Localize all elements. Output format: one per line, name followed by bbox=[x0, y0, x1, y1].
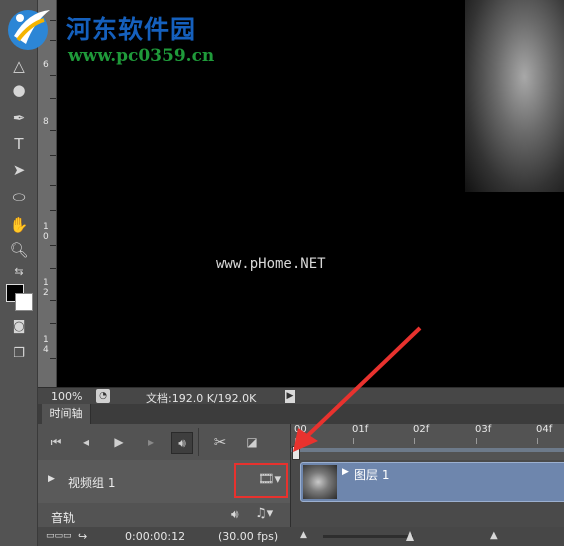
watermark-title: 河东软件园 bbox=[66, 15, 197, 44]
clip-layer-label: 图层 1 bbox=[354, 468, 390, 482]
hand-icon[interactable]: ✋ bbox=[8, 215, 30, 235]
split-scissors-icon[interactable]: ✂ bbox=[210, 432, 230, 452]
next-frame-icon[interactable]: ▸ bbox=[141, 432, 161, 452]
phome-watermark: www.pHome.NET bbox=[216, 256, 326, 272]
vertical-ruler: 6 8 1 0 1 2 1 4 bbox=[38, 0, 57, 387]
type-icon[interactable]: T bbox=[8, 134, 30, 154]
background-color-swatch[interactable] bbox=[15, 293, 33, 311]
clip-expand-triangle-icon[interactable]: ▶ bbox=[342, 467, 349, 477]
pen-icon[interactable]: ✒ bbox=[8, 108, 30, 128]
canvas-cloud-image bbox=[465, 0, 564, 192]
status-info-icon[interactable]: ◔ bbox=[96, 389, 110, 403]
status-menu-arrow-icon[interactable]: ▶ bbox=[285, 390, 295, 403]
dodge-icon[interactable]: ● bbox=[8, 80, 30, 100]
zoom-level[interactable]: 100% bbox=[51, 390, 82, 403]
swap-colors-icon[interactable]: ⇆ bbox=[8, 262, 30, 282]
audio-mute-icon[interactable]: 🔊︎ bbox=[231, 507, 239, 522]
audio-icon[interactable]: 🔊︎ bbox=[171, 432, 193, 454]
time-label: 00 bbox=[294, 424, 307, 435]
time-label: 04f bbox=[536, 424, 553, 435]
ruler-label: 1 2 bbox=[43, 278, 49, 298]
audio-track-header: 音轨 🔊︎ ♫▾ bbox=[38, 503, 290, 528]
frame-mode-icon[interactable]: ▭▭▭ bbox=[46, 531, 72, 541]
zoom-icon[interactable]: 🔍︎ bbox=[8, 240, 30, 260]
ellipse-icon[interactable]: ⬭ bbox=[8, 187, 30, 207]
clip-thumbnail bbox=[303, 465, 337, 499]
quick-mask-icon[interactable]: ◙ bbox=[8, 317, 30, 337]
time-label: 01f bbox=[352, 424, 369, 435]
ruler-label: 1 0 bbox=[43, 222, 49, 242]
convert-icon[interactable]: ↪ bbox=[78, 530, 87, 543]
play-icon[interactable]: ▶ bbox=[109, 432, 129, 452]
timecode: 0:00:00:12 bbox=[125, 530, 186, 543]
controls-divider bbox=[198, 428, 199, 456]
ruler-label: 8 bbox=[43, 117, 49, 127]
ruler-label: 1 4 bbox=[43, 335, 49, 355]
previous-frame-icon[interactable]: ◂ bbox=[76, 432, 96, 452]
tab-timeline[interactable]: 时间轴 bbox=[42, 404, 91, 424]
music-note-icon[interactable]: ♫▾ bbox=[255, 506, 273, 521]
watermark-logo-icon bbox=[8, 10, 50, 50]
zoom-in-icon[interactable]: ▲ bbox=[490, 530, 498, 541]
ruler-label: 6 bbox=[43, 60, 49, 70]
transition-icon[interactable]: ◪ bbox=[242, 432, 262, 452]
time-label: 03f bbox=[475, 424, 492, 435]
work-area-bar[interactable] bbox=[291, 448, 564, 452]
annotation-highlight-box bbox=[234, 463, 288, 498]
video-track-lane: ▶ 图层 1 bbox=[290, 460, 564, 503]
tools-panel: ▰ △ ● ✒ T ➤ ⬭ ✋ 🔍︎ ⇆ ◙ ❐ bbox=[0, 0, 38, 546]
expand-triangle-icon[interactable]: ▶ bbox=[48, 474, 55, 484]
playhead[interactable] bbox=[292, 446, 300, 460]
video-group-label: 视频组 1 bbox=[68, 476, 116, 490]
frame-rate: (30.00 fps) bbox=[218, 530, 279, 543]
watermark-url: www.pc0359.cn bbox=[68, 46, 215, 66]
timeline-bottom-bar: ▭▭▭ ↪ 0:00:00:12 (30.00 fps) ▲ ▲ bbox=[38, 527, 564, 546]
timeline-zoom-slider[interactable] bbox=[323, 535, 413, 538]
audio-track-lane bbox=[290, 503, 564, 527]
time-label: 02f bbox=[413, 424, 430, 435]
timeline-ruler[interactable]: 00 01f 02f 03f 04f bbox=[290, 424, 564, 460]
audio-track-label: 音轨 bbox=[51, 511, 76, 525]
playback-controls: ⏮ ◂ ▶ ▸ 🔊︎ ✂ ◪ bbox=[38, 424, 290, 461]
sharpen-icon[interactable]: △ bbox=[8, 56, 30, 76]
path-select-icon[interactable]: ➤ bbox=[8, 160, 30, 180]
timeline-panel-header: 时间轴 bbox=[38, 404, 564, 425]
zoom-out-icon[interactable]: ▲ bbox=[300, 530, 314, 542]
screen-mode-icon[interactable]: ❐ bbox=[8, 344, 30, 364]
go-to-first-frame-icon[interactable]: ⏮ bbox=[46, 432, 66, 452]
layer-clip[interactable]: ▶ 图层 1 bbox=[300, 462, 564, 502]
status-bar: 100% ◔ 文档:192.0 K/192.0K ▶ bbox=[38, 387, 564, 405]
